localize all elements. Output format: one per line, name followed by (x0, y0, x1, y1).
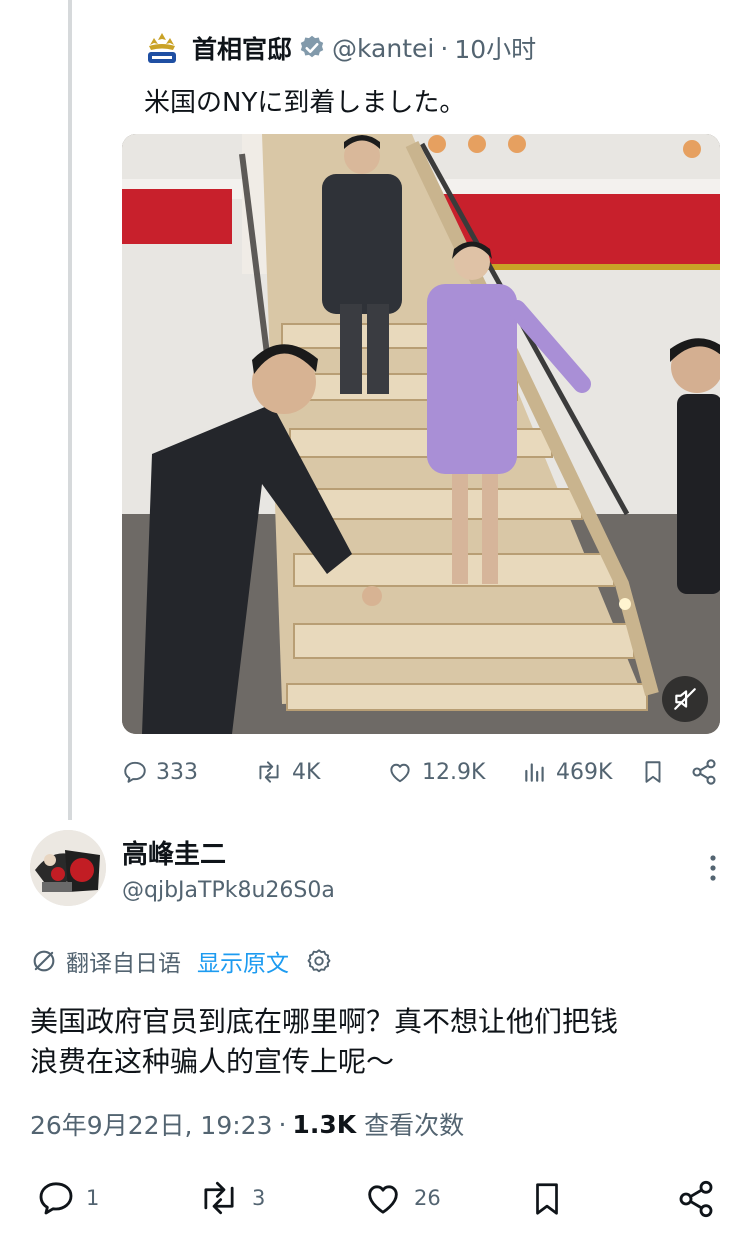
like-icon (390, 763, 410, 783)
avatar-image (30, 830, 106, 906)
thread-line (68, 0, 72, 820)
share-button[interactable] (676, 1178, 726, 1220)
bookmark-icon (645, 761, 661, 783)
share-icon (692, 759, 716, 785)
bookmark-icon (536, 1183, 558, 1215)
quoted-author-name[interactable]: 首相官邸 (192, 30, 292, 66)
quoted-repost-count: 4K (292, 759, 321, 785)
avatar[interactable] (30, 830, 106, 906)
quoted-author-handle[interactable]: @kantei (332, 34, 434, 63)
video-frame-image (122, 134, 720, 734)
show-original-link[interactable]: 显示原文 (197, 944, 289, 978)
reply-actions: 1 3 26 (0, 1174, 754, 1224)
quoted-like-count: 12.9K (422, 759, 486, 785)
kantei-logo-icon (148, 33, 176, 63)
reply-meta: 26年9月22日, 19:23 · 1.3K 查看次数 (30, 1106, 464, 1142)
quoted-post-card[interactable]: 首相官邸 @kantei · 10小时 米国のNYに到着しました。 333 4K… (100, 0, 740, 808)
like-button[interactable]: 26 (362, 1178, 441, 1218)
mute-button[interactable] (662, 676, 708, 722)
translated-label: 翻译自日语 (66, 951, 181, 977)
quoted-post-time[interactable]: 10小时 (454, 30, 536, 66)
quoted-repost-button[interactable]: 4K (254, 759, 320, 785)
views-icon (525, 763, 544, 782)
reply-author-name[interactable]: 高峰圭二 (122, 834, 226, 871)
repost-icon (204, 1181, 234, 1215)
quoted-views-count: 469K (556, 759, 613, 785)
repost-button[interactable]: 3 (196, 1178, 265, 1218)
bookmark-button[interactable] (528, 1178, 576, 1220)
verified-badge-icon (300, 35, 324, 58)
quoted-reply-count: 333 (156, 759, 198, 785)
reply-icon (124, 761, 146, 783)
reply-author-handle[interactable]: @qjbJaTPk8u26S0a (122, 878, 335, 903)
reply-text: 美国政府官员到底在哪里啊？真不想让他们把钱 浪费在这种骗人的宣传上呢～ (30, 1002, 730, 1082)
reply-button[interactable]: 1 (36, 1178, 99, 1218)
reply-views-label: 查看次数 (364, 1111, 465, 1140)
repost-icon (259, 761, 279, 783)
quoted-like-button[interactable]: 12.9K (386, 759, 485, 785)
translate-icon (33, 950, 55, 972)
repost-count: 3 (252, 1186, 266, 1210)
like-icon (368, 1185, 398, 1214)
separator-dot: · (278, 1109, 287, 1139)
reply-text-line: 浪费在这种骗人的宣传上呢～ (30, 1045, 395, 1078)
quoted-post-text: 米国のNYに到着しました。 (144, 88, 466, 118)
quoted-post-actions: 333 4K 12.9K 469K (122, 752, 720, 792)
reply-text-line: 美国政府官员到底在哪里啊？真不想让他们把钱 (30, 1005, 619, 1038)
share-icon (679, 1180, 713, 1218)
quoted-post-video[interactable] (122, 134, 720, 734)
reply-count: 1 (86, 1186, 100, 1210)
reply-datetime[interactable]: 26年9月22日, 19:23 (30, 1106, 272, 1142)
reply-post[interactable]: 高峰圭二 @qjbJaTPk8u26S0a 翻译自日语 显示原文 美国政府官员到… (0, 820, 754, 1255)
like-count: 26 (414, 1186, 441, 1210)
mute-icon (674, 688, 696, 710)
quoted-reply-button[interactable]: 333 (122, 759, 198, 785)
reply-views-count: 1.3K (292, 1109, 357, 1139)
reply-icon (39, 1182, 73, 1215)
quoted-post-header: 首相官邸 @kantei · 10小时 (144, 28, 536, 68)
separator-dot: · (440, 33, 449, 63)
quoted-bookmark-button[interactable] (640, 758, 674, 786)
quoted-share-button[interactable] (690, 758, 726, 786)
settings-icon[interactable] (305, 947, 333, 975)
more-icon[interactable] (708, 854, 718, 882)
translation-bar: 翻译自日语 显示原文 (30, 944, 341, 978)
quoted-views-button[interactable]: 469K (522, 759, 612, 785)
